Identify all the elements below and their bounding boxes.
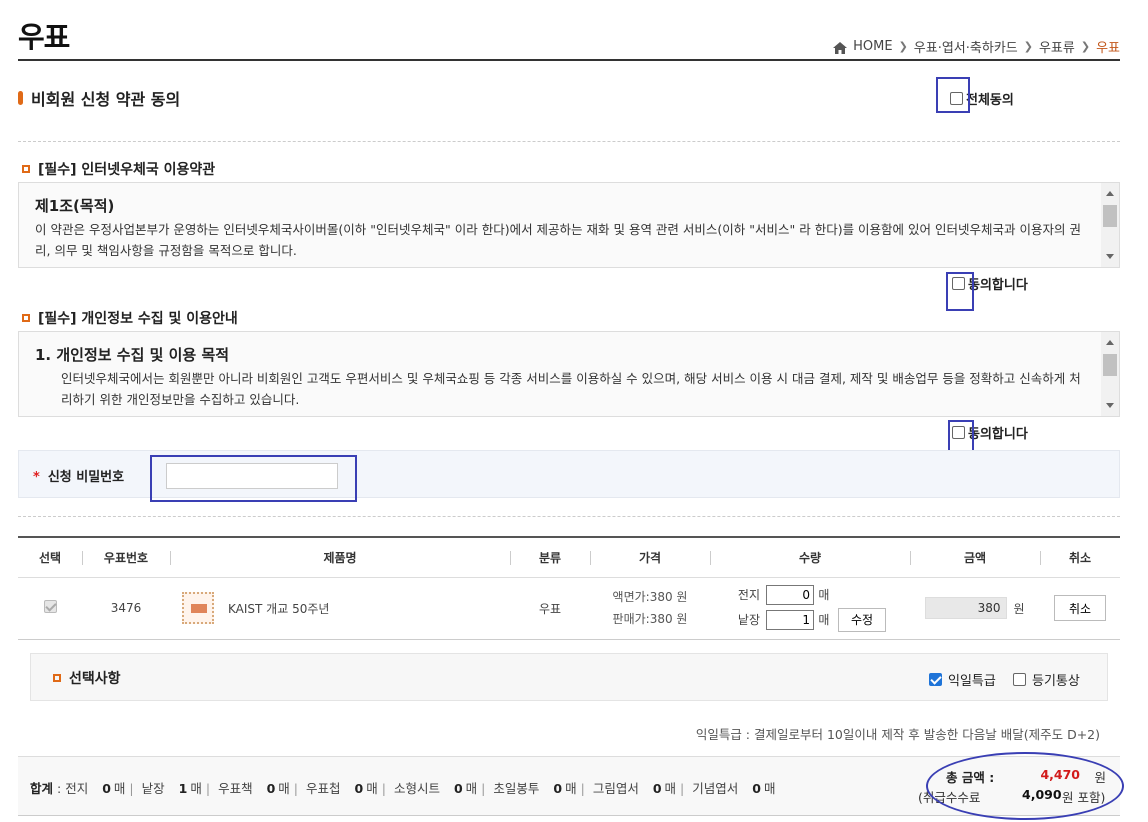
scrollbar[interactable] xyxy=(1101,332,1119,416)
header-category: 분류 xyxy=(510,536,590,578)
qty-single-input[interactable] xyxy=(765,609,814,630)
required-mark: * xyxy=(33,470,40,485)
amount-unit: 원 xyxy=(1013,601,1025,616)
express-delivery-checkbox[interactable]: 익일특급 xyxy=(929,670,996,689)
terms-body-text-1: 이 약관은 우정사업본부가 운영하는 인터넷우체국사이버몰(이하 "인터넷우체국… xyxy=(35,222,1081,258)
terms-heading-2: [필수] 개인정보 수집 및 이용안내 xyxy=(22,308,238,328)
scroll-up-icon[interactable] xyxy=(1106,191,1114,196)
agree-terms-1-label: 동의합니다 xyxy=(968,278,1028,293)
scroll-down-icon[interactable] xyxy=(1106,254,1114,259)
highlight-ellipse xyxy=(926,752,1124,820)
square-bullet-icon xyxy=(22,165,30,173)
terms-heading-2-label: [필수] 개인정보 수집 및 이용안내 xyxy=(38,311,238,327)
registered-mail-checkbox[interactable]: 등기통상 xyxy=(1013,670,1080,689)
stamp-thumbnail[interactable] xyxy=(182,592,214,624)
header-quantity: 수량 xyxy=(710,536,910,578)
sale-price: 판매가:380 원 xyxy=(612,612,688,626)
scrollbar[interactable] xyxy=(1101,183,1119,267)
table-row: 3476 KAIST 개교 50주년 우표 액면가:380 원 판매가:380 … xyxy=(18,577,1120,640)
header-price: 가격 xyxy=(590,536,710,578)
square-bullet-icon xyxy=(53,674,61,682)
divider xyxy=(18,141,1120,142)
checkbox-checked-icon[interactable] xyxy=(929,673,942,686)
qty-single-label: 낱장 xyxy=(737,613,760,627)
header-select: 선택 xyxy=(18,536,82,578)
section-title: 비회원 신청 약관 동의 xyxy=(31,90,181,109)
scroll-thumb[interactable] xyxy=(1103,354,1117,376)
chevron-right-icon: ❯ xyxy=(1023,40,1033,53)
options-panel: 선택사항 익일특급 등기통상 xyxy=(30,653,1108,701)
breadcrumb: HOME ❯ 우표·엽서·축하카드 ❯ 우표류 ❯ 우표 xyxy=(833,37,1120,56)
qty-sheet-label: 전지 xyxy=(737,588,760,602)
terms-heading-1-label: [필수] 인터넷우체국 이용약관 xyxy=(38,162,216,178)
header-cancel: 취소 xyxy=(1040,536,1120,578)
bullet-icon xyxy=(18,91,23,105)
summary-counts: 합계 : 전지 0 매 | 낱장 1 매 | 우표책 0 매 | 우표첩 0 매 | 소형시트 0 매 | 초… xyxy=(30,781,776,796)
delivery-note: 익일특급 : 결제일로부터 10일이내 제작 후 발송한 다음날 배달(제주도 … xyxy=(695,727,1100,742)
qty-sheet-input[interactable] xyxy=(765,584,814,605)
product-name[interactable]: KAIST 개교 50주년 xyxy=(228,600,329,617)
square-bullet-icon xyxy=(22,314,30,322)
face-price: 액면가:380 원 xyxy=(612,590,688,604)
terms-heading-1: [필수] 인터넷우체국 이용약관 xyxy=(22,159,215,179)
password-label-text: 신청 비밀번호 xyxy=(47,470,125,485)
product-table: 선택 우표번호 제품명 분류 가격 수량 금액 취소 3476 KAIST 개교… xyxy=(18,536,1120,640)
terms-box-1[interactable]: 제1조(목적) 이 약관은 우정사업본부가 운영하는 인터넷우체국사이버몰(이하… xyxy=(18,182,1120,268)
breadcrumb-current: 우표 xyxy=(1096,41,1120,56)
header-name: 제품명 xyxy=(170,536,510,578)
stamp-number: 3476 xyxy=(82,577,170,640)
password-label: * 신청 비밀번호 xyxy=(33,466,124,485)
summary-label: 합계 xyxy=(30,781,54,796)
breadcrumb-stamps-postcards[interactable]: 우표·엽서·축하카드 xyxy=(914,37,1018,56)
options-title: 선택사항 xyxy=(69,671,121,687)
registered-mail-label: 등기통상 xyxy=(1032,674,1080,689)
scroll-thumb[interactable] xyxy=(1103,205,1117,227)
page-title: 우표 xyxy=(18,20,70,54)
terms-body-title-1: 제1조(목적) xyxy=(35,197,115,215)
checkbox-icon[interactable] xyxy=(1013,673,1026,686)
highlight-box xyxy=(936,77,970,113)
qty-single-unit: 매 xyxy=(818,613,830,627)
terms-body-text-2: 인터넷우체국에서는 회원뿐만 아니라 비회원인 고객도 우편서비스 및 우체국쇼… xyxy=(61,371,1081,407)
agree-all-label: 전체동의 xyxy=(966,93,1014,108)
qty-sheet-unit: 매 xyxy=(818,588,830,602)
table-header-row: 선택 우표번호 제품명 분류 가격 수량 금액 취소 xyxy=(18,536,1120,578)
terms-body-title-2: 1. 개인정보 수집 및 이용 목적 xyxy=(35,346,230,364)
row-select-checkbox[interactable] xyxy=(43,600,57,613)
header-number: 우표번호 xyxy=(82,536,170,578)
home-icon xyxy=(833,41,848,54)
breadcrumb-home[interactable]: HOME xyxy=(853,39,892,54)
express-delivery-label: 익일특급 xyxy=(948,674,996,689)
header-amount: 금액 xyxy=(910,536,1040,578)
terms-box-2[interactable]: 1. 개인정보 수집 및 이용 목적 인터넷우체국에서는 회원뿐만 아니라 비회… xyxy=(18,331,1120,417)
edit-quantity-button[interactable]: 수정 xyxy=(837,607,887,632)
amount-value: 380 xyxy=(925,597,1008,619)
section-heading: 비회원 신청 약관 동의 xyxy=(18,86,180,110)
highlight-box xyxy=(150,455,357,502)
chevron-right-icon: ❯ xyxy=(1080,40,1091,53)
scroll-down-icon[interactable] xyxy=(1106,403,1114,408)
scroll-up-icon[interactable] xyxy=(1106,340,1114,345)
breadcrumb-stamp-types[interactable]: 우표류 xyxy=(1039,37,1075,56)
cancel-button[interactable]: 취소 xyxy=(1054,595,1106,621)
title-divider xyxy=(18,59,1120,61)
agree-terms-2-label: 동의합니다 xyxy=(968,427,1028,442)
highlight-box xyxy=(946,272,974,311)
divider xyxy=(18,516,1120,517)
product-category: 우표 xyxy=(510,577,590,640)
options-heading: 선택사항 xyxy=(53,668,121,688)
chevron-right-icon: ❯ xyxy=(898,40,908,53)
